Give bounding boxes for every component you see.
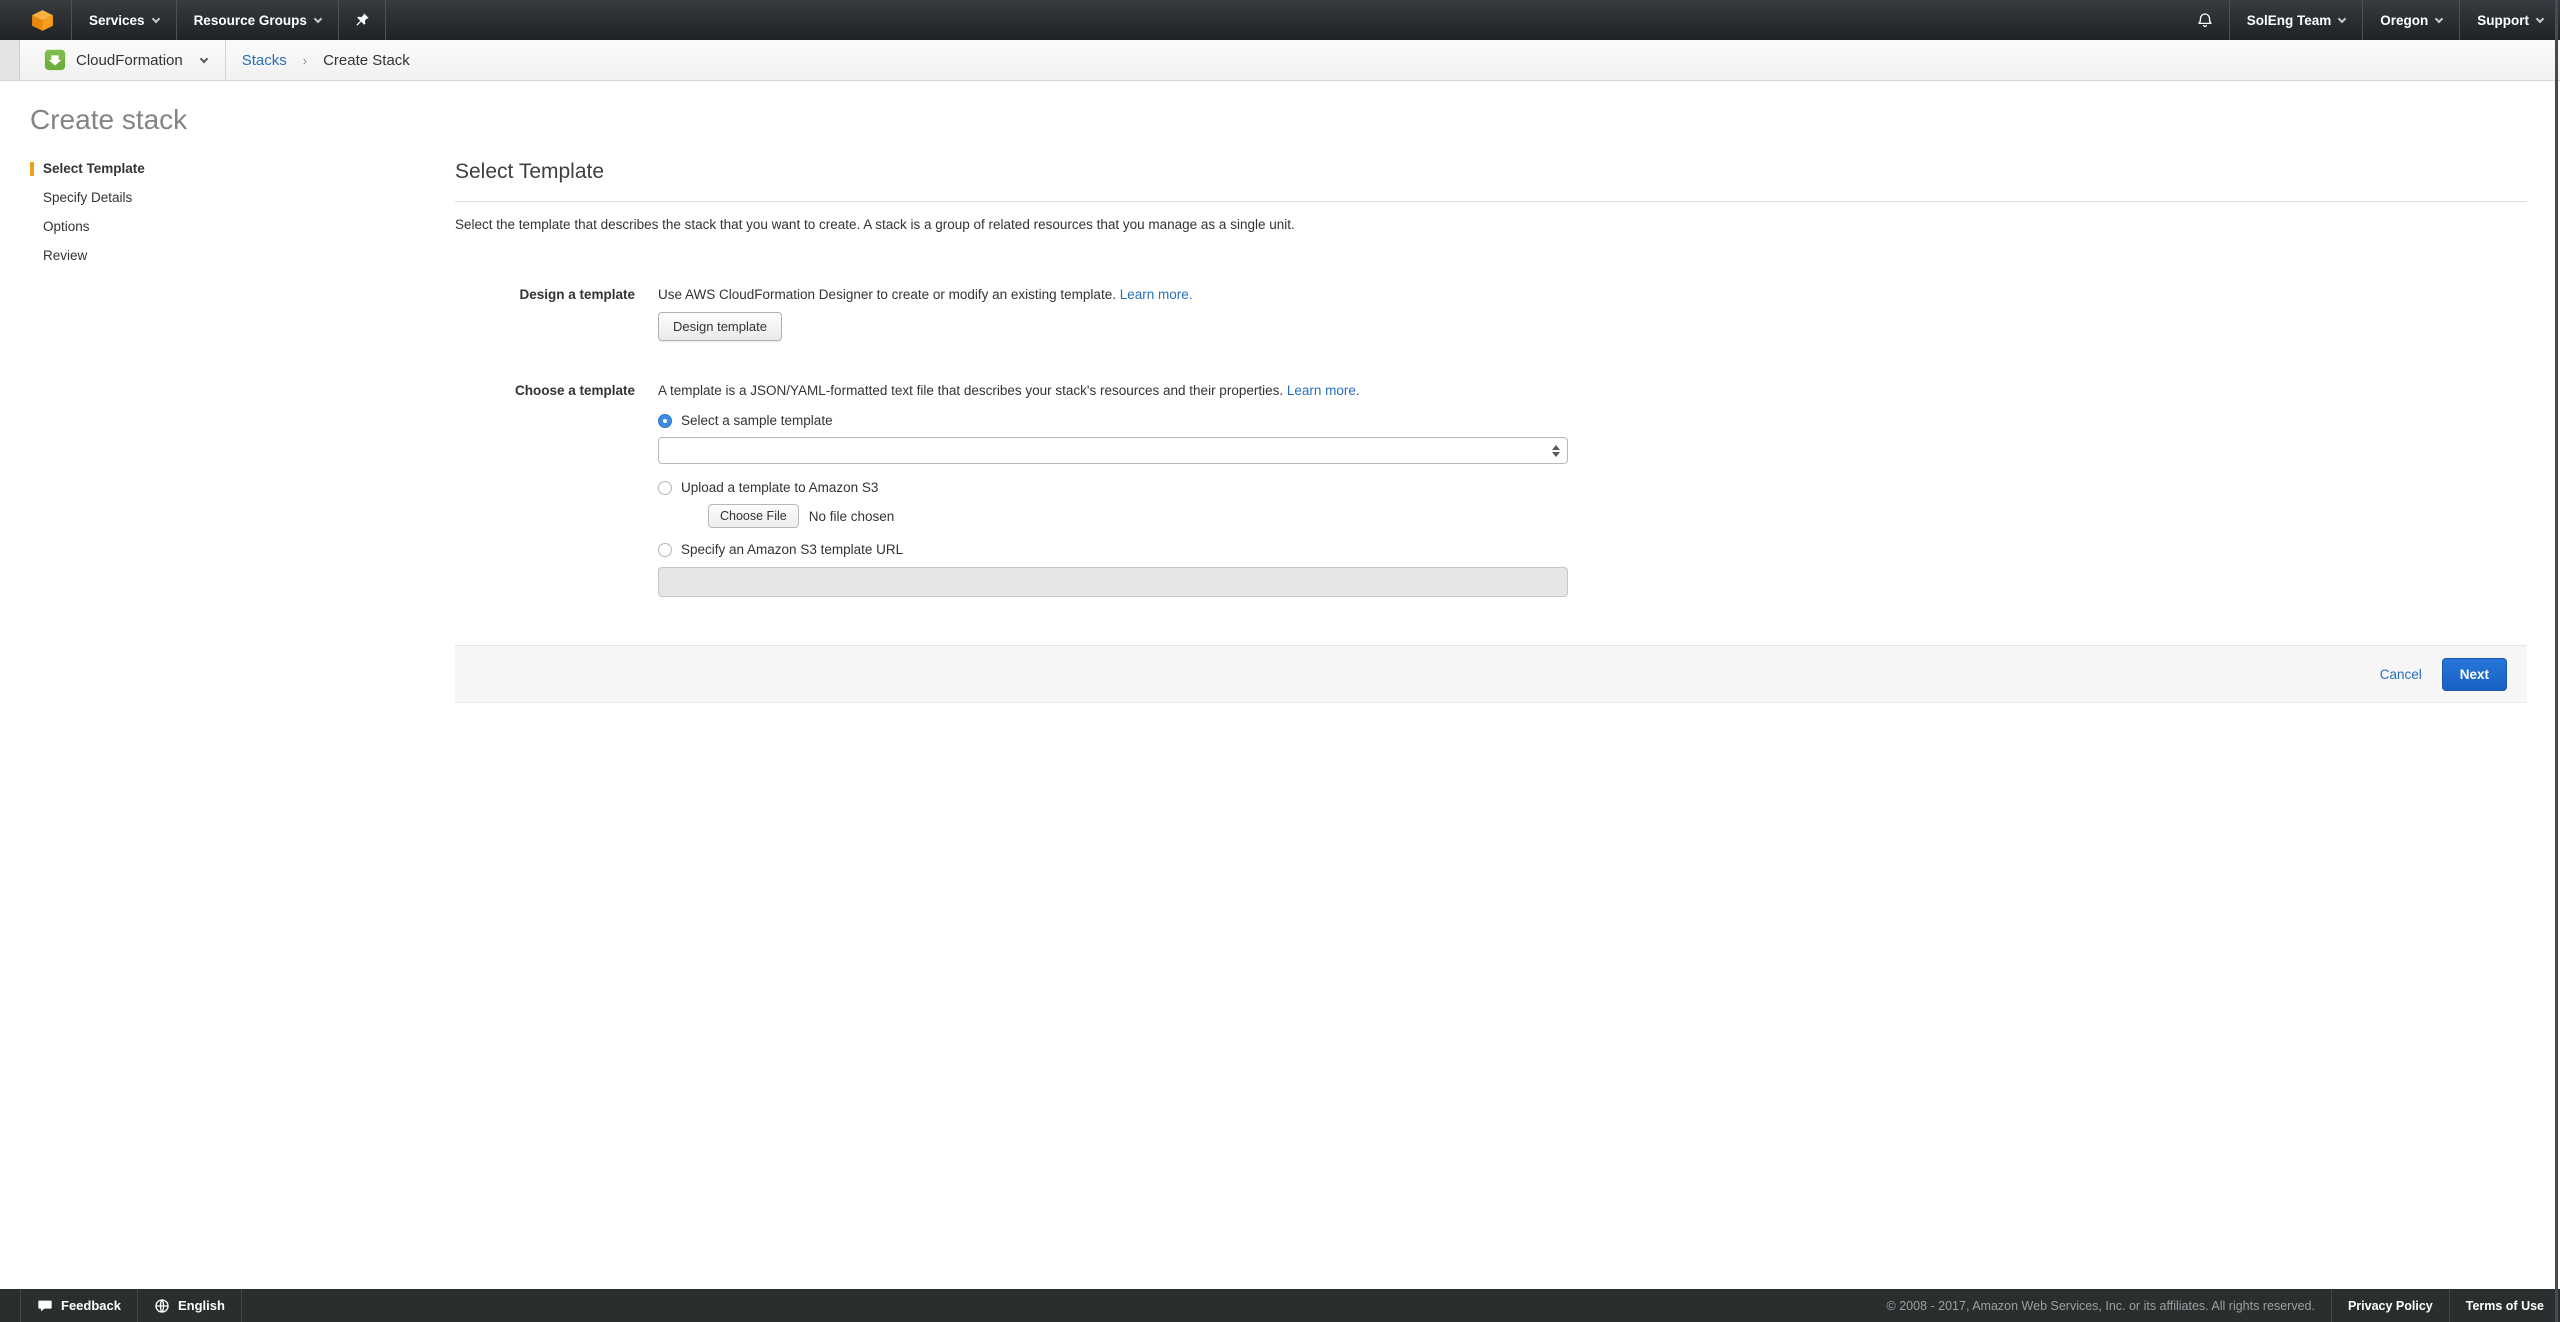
step-select-template[interactable]: Select Template	[30, 162, 390, 176]
support-menu[interactable]: Support	[2460, 0, 2560, 40]
aws-console-screen: Services Resource Groups SolEng Team	[0, 0, 2560, 1322]
region-label: Oregon	[2380, 13, 2428, 28]
resource-groups-label: Resource Groups	[194, 13, 307, 28]
copyright-text: © 2008 - 2017, Amazon Web Services, Inc.…	[1871, 1289, 2331, 1322]
s3-url-radio[interactable]	[658, 543, 672, 557]
service-name: CloudFormation	[76, 52, 183, 69]
resource-groups-menu[interactable]: Resource Groups	[177, 0, 338, 40]
next-button[interactable]: Next	[2442, 658, 2507, 691]
step-review[interactable]: Review	[30, 249, 390, 263]
select-stepper-icon	[1552, 445, 1560, 457]
upload-template-option: Upload a template to Amazon S3	[658, 479, 2527, 496]
footer-bar: Feedback English © 2008 - 2017, Amazon W…	[0, 1289, 2560, 1322]
s3-url-input[interactable]	[658, 567, 1568, 597]
intro-text: Select the template that describes the s…	[455, 217, 2527, 232]
design-description-text: Use AWS CloudFormation Designer to creat…	[658, 287, 1116, 302]
globe-icon	[154, 1298, 170, 1314]
choose-template-row: Choose a template A template is a JSON/Y…	[455, 382, 2527, 597]
breadcrumb: CloudFormation Stacks › Create Stack	[0, 40, 2560, 81]
heading-divider	[455, 201, 2527, 202]
privacy-policy-link[interactable]: Privacy Policy	[2332, 1289, 2449, 1322]
chevron-down-icon	[151, 14, 159, 22]
stacks-link-label: Stacks	[242, 52, 287, 69]
file-upload-row: Choose File No file chosen	[708, 504, 2527, 528]
design-learn-more-link[interactable]: Learn more.	[1120, 287, 1193, 302]
design-template-label: Design a template	[455, 286, 635, 341]
cancel-button[interactable]: Cancel	[2380, 667, 2422, 682]
design-template-button[interactable]: Design template	[658, 312, 782, 341]
wizard-steps-sidebar: Select Template Specify Details Options …	[30, 162, 390, 278]
breadcrumb-current-page: Create Stack	[307, 40, 426, 80]
pin-icon	[354, 12, 370, 28]
choose-learn-more-link[interactable]: Learn more.	[1287, 383, 1360, 398]
sample-template-option: Select a sample template	[658, 412, 2527, 429]
terms-of-use-link[interactable]: Terms of Use	[2450, 1289, 2560, 1322]
design-template-description: Use AWS CloudFormation Designer to creat…	[658, 286, 2527, 303]
s3-url-option-label[interactable]: Specify an Amazon S3 template URL	[681, 541, 903, 558]
sample-template-select[interactable]	[658, 437, 1568, 464]
s3-url-option: Specify an Amazon S3 template URL	[658, 541, 2527, 558]
choose-file-button[interactable]: Choose File	[708, 504, 799, 528]
cloudformation-icon	[44, 49, 66, 71]
language-label: English	[178, 1298, 225, 1313]
chevron-down-icon	[2536, 14, 2544, 22]
design-template-row: Design a template Use AWS CloudFormation…	[455, 286, 2527, 341]
wizard-action-bar: Cancel Next	[455, 645, 2527, 703]
choose-template-description: A template is a JSON/YAML-formatted text…	[658, 382, 2527, 399]
notifications-button[interactable]	[2181, 0, 2229, 40]
service-dropdown[interactable]: CloudFormation	[20, 40, 225, 80]
scrollbar[interactable]	[2555, 0, 2558, 1322]
aws-cube-icon	[30, 8, 55, 33]
aws-logo[interactable]	[14, 0, 71, 40]
services-label: Services	[89, 13, 145, 28]
upload-template-radio[interactable]	[658, 481, 672, 495]
speech-bubble-icon	[37, 1298, 53, 1314]
services-menu[interactable]: Services	[72, 0, 176, 40]
sample-template-radio[interactable]	[658, 414, 672, 428]
current-page-label: Create Stack	[323, 52, 410, 69]
language-button[interactable]: English	[138, 1289, 241, 1322]
top-navigation-bar: Services Resource Groups SolEng Team	[0, 0, 2560, 40]
section-heading: Select Template	[455, 160, 2527, 184]
step-specify-details[interactable]: Specify Details	[30, 191, 390, 205]
account-menu[interactable]: SolEng Team	[2230, 0, 2363, 40]
chevron-down-icon	[199, 54, 207, 62]
pin-shortcut-button[interactable]	[339, 0, 385, 40]
feedback-button[interactable]: Feedback	[21, 1289, 137, 1322]
step-options[interactable]: Options	[30, 220, 390, 234]
region-menu[interactable]: Oregon	[2363, 0, 2459, 40]
sample-template-option-label[interactable]: Select a sample template	[681, 412, 833, 429]
support-label: Support	[2477, 13, 2529, 28]
file-status-text: No file chosen	[809, 508, 895, 525]
bell-icon	[2196, 11, 2214, 29]
breadcrumb-stacks-link[interactable]: Stacks	[226, 40, 303, 80]
breadcrumb-left-edge	[0, 40, 20, 80]
upload-template-option-label[interactable]: Upload a template to Amazon S3	[681, 479, 878, 496]
choose-template-label: Choose a template	[455, 382, 635, 597]
chevron-down-icon	[314, 14, 322, 22]
main-content: Select Template Select the template that…	[455, 160, 2527, 597]
chevron-down-icon	[2435, 14, 2443, 22]
account-label: SolEng Team	[2247, 13, 2332, 28]
page-title: Create stack	[30, 104, 187, 136]
feedback-label: Feedback	[61, 1298, 121, 1313]
choose-description-text: A template is a JSON/YAML-formatted text…	[658, 383, 1283, 398]
chevron-down-icon	[2338, 14, 2346, 22]
